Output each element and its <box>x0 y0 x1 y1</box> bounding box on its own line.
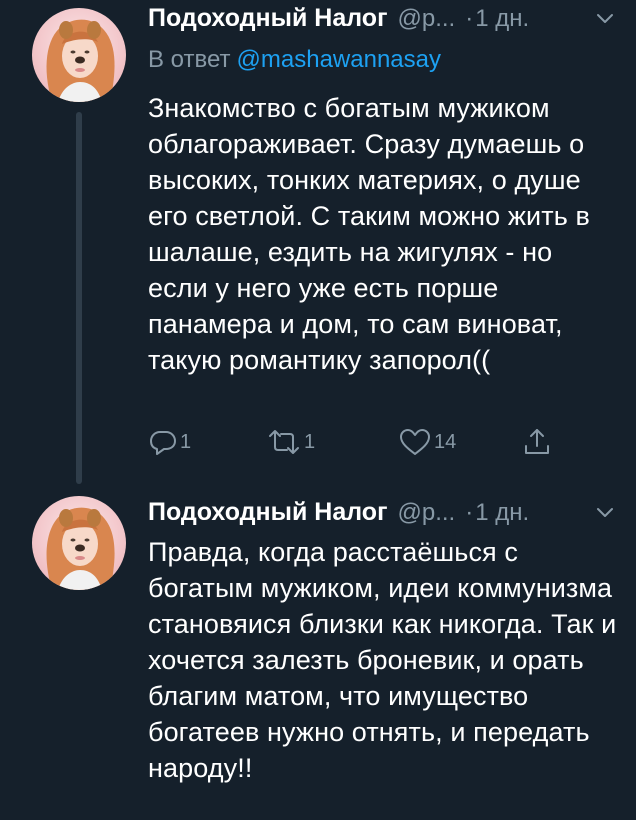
tweet-actions: 1 1 14 <box>148 422 578 462</box>
tweet-text: Знакомство с богатым мужиком облагоражив… <box>148 93 590 375</box>
chevron-down-icon[interactable] <box>596 506 614 520</box>
handle[interactable]: @p... <box>397 5 455 33</box>
thread-line <box>76 112 82 484</box>
timestamp[interactable]: 1 дн. <box>475 499 529 527</box>
share-icon <box>525 429 549 454</box>
like-count: 14 <box>434 430 457 453</box>
reply-mention-link[interactable]: @mashawannasay <box>237 46 441 73</box>
avatar[interactable] <box>32 496 126 590</box>
tweet-header: Подоходный Налог @p... · 1 дн. <box>148 4 616 38</box>
retweet-count: 1 <box>304 430 316 453</box>
share-button[interactable] <box>522 422 552 462</box>
tweet-header: Подоходный Налог @p... · 1 дн. <box>148 498 616 532</box>
separator-dot: · <box>465 5 474 32</box>
avatar[interactable] <box>32 8 126 102</box>
tweet[interactable]: Подоходный Налог @p... · 1 дн. Правда, к… <box>0 490 636 820</box>
reply-button[interactable]: 1 <box>148 422 191 462</box>
display-name[interactable]: Подоходный Налог <box>148 498 387 527</box>
reply-icon <box>150 431 176 455</box>
display-name[interactable]: Подоходный Налог <box>148 4 387 33</box>
like-button[interactable]: 14 <box>398 422 456 462</box>
tweet[interactable]: Подоходный Налог @p... · 1 дн. В ответ @m… <box>0 0 636 484</box>
reply-prefix: В ответ <box>148 46 231 73</box>
chevron-down-icon[interactable] <box>596 12 614 26</box>
heart-icon <box>400 429 430 455</box>
timestamp[interactable]: 1 дн. <box>475 5 529 33</box>
retweet-button[interactable]: 1 <box>266 422 315 462</box>
tweet-text: Правда, когда расстаёшься с богатым мужи… <box>148 537 617 783</box>
reply-count: 1 <box>180 430 192 453</box>
handle[interactable]: @p... <box>397 499 455 527</box>
reply-to-line: В ответ @mashawannasay <box>148 46 441 74</box>
separator-dot: · <box>465 499 474 526</box>
retweet-icon <box>269 430 299 454</box>
